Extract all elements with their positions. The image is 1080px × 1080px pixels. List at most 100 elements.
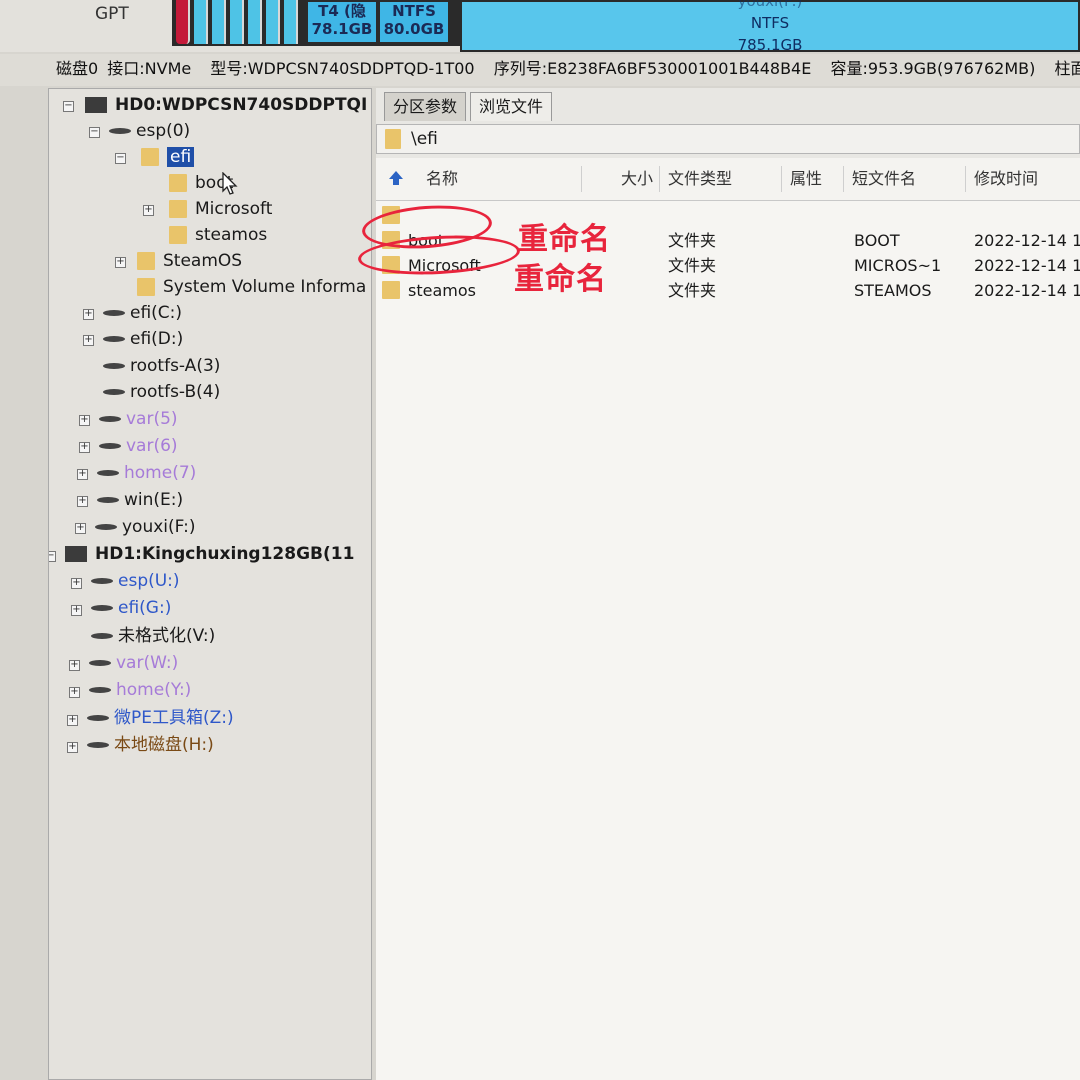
disk-tree[interactable]: − HD0:WDPCSN740SDDPTQI − esp(0) − efi bo… [48, 88, 372, 1080]
partition-block[interactable] [194, 0, 208, 44]
tree-item-esp0[interactable]: esp(0) [109, 119, 190, 143]
tab-browse-files[interactable]: 浏览文件 [470, 92, 553, 121]
collapse-icon[interactable]: − [49, 551, 56, 562]
expand-icon[interactable]: + [75, 523, 86, 534]
column-attributes[interactable]: 属性 [784, 166, 844, 192]
collapse-icon[interactable]: − [63, 101, 74, 112]
column-modified[interactable]: 修改时间 [968, 166, 1080, 192]
partition-block[interactable] [212, 0, 226, 44]
drive-icon [109, 128, 131, 134]
partition-block-youxi[interactable]: youxi(F:) NTFS 785.1GB [460, 0, 1080, 54]
disk-label: 磁盘0 [56, 59, 99, 78]
collapse-icon[interactable]: − [89, 127, 100, 138]
hard-disk-icon [85, 97, 107, 113]
tree-item-steamos-efi[interactable]: steamos [169, 223, 267, 247]
tree-item-local-h[interactable]: 本地磁盘(H:) [87, 733, 214, 757]
drive-icon [91, 633, 113, 639]
tree-item-efi[interactable]: efi [141, 145, 195, 169]
expand-icon[interactable]: + [69, 687, 80, 698]
tree-item-rootfs-b[interactable]: rootfs-B(4) [103, 380, 220, 404]
partition-block[interactable] [248, 0, 262, 44]
file-name: steamos [408, 281, 476, 300]
tree-item-label: var(6) [126, 436, 178, 456]
tree-item-label: efi(G:) [118, 598, 172, 618]
annotation-rename-label: 重命名 [518, 222, 611, 257]
expand-icon[interactable]: + [79, 415, 90, 426]
expand-icon[interactable]: + [71, 578, 82, 589]
drive-icon [91, 605, 113, 611]
tree-item-efi-g[interactable]: efi(G:) [91, 596, 171, 620]
disk-map[interactable]: GPT T4 (隐 78.1GB NTFS 80.0GB youxi(F:) N… [0, 0, 1080, 54]
tree-item-hd0[interactable]: HD0:WDPCSN740SDDPTQI [85, 93, 367, 117]
file-modified: 2022-12-14 1 [974, 231, 1080, 250]
tree-item-home7[interactable]: home(7) [97, 461, 196, 485]
folder-icon [137, 252, 155, 270]
partition-block[interactable] [266, 0, 280, 44]
current-path: \efi [411, 129, 438, 149]
partition-block[interactable] [176, 0, 190, 44]
tree-item-efi-c[interactable]: efi(C:) [103, 301, 182, 325]
disk-interface: 接口:NVMe [107, 59, 192, 78]
column-type[interactable]: 文件类型 [662, 166, 782, 192]
drive-icon [91, 578, 113, 584]
tree-item-system-volume-info[interactable]: System Volume Informa [137, 275, 366, 299]
tree-item-label: 微PE工具箱(Z:) [114, 708, 234, 728]
column-name[interactable]: 名称 [420, 166, 582, 192]
drive-icon [103, 389, 125, 395]
path-bar[interactable]: \efi [376, 124, 1080, 154]
expand-icon[interactable]: + [115, 257, 126, 268]
tree-item-youxi-f[interactable]: youxi(F:) [95, 515, 195, 539]
tree-item-label: home(Y:) [116, 680, 192, 700]
tree-item-esp-u[interactable]: esp(U:) [91, 569, 180, 593]
expand-icon[interactable]: + [77, 469, 88, 480]
partition-block[interactable] [230, 0, 244, 44]
tree-item-rootfs-a[interactable]: rootfs-A(3) [103, 354, 220, 378]
partition-block[interactable] [284, 0, 298, 44]
tree-item-label: HD1:Kingchuxing128GB(11 [95, 544, 355, 564]
tree-item-label: efi [167, 147, 195, 167]
tree-item-unformatted-v[interactable]: 未格式化(V:) [91, 624, 215, 648]
folder-icon [169, 174, 187, 192]
tab-partition-params[interactable]: 分区参数 [384, 92, 467, 121]
tree-item-microsoft[interactable]: Microsoft [169, 197, 272, 221]
expand-icon[interactable]: + [69, 660, 80, 671]
tree-item-efi-d[interactable]: efi(D:) [103, 327, 183, 351]
tree-item-label: esp(U:) [118, 571, 180, 591]
tree-item-var5[interactable]: var(5) [99, 407, 178, 431]
tree-item-win-e[interactable]: win(E:) [97, 488, 183, 512]
expand-icon[interactable]: + [143, 205, 154, 216]
file-list-header: 名称 大小 文件类型 属性 短文件名 修改时间 [376, 158, 1080, 201]
expand-icon[interactable]: + [83, 309, 94, 320]
tree-item-hd1[interactable]: HD1:Kingchuxing128GB(11 [65, 542, 354, 566]
hard-disk-icon [65, 546, 87, 562]
column-size[interactable]: 大小 [582, 166, 660, 192]
expand-icon[interactable]: + [67, 742, 78, 753]
folder-icon [382, 281, 400, 299]
expand-icon[interactable]: + [67, 715, 78, 726]
tree-item-label: Microsoft [195, 199, 273, 219]
expand-icon[interactable]: + [83, 335, 94, 346]
expand-icon[interactable]: + [77, 496, 88, 507]
tree-item-label: System Volume Informa [163, 277, 367, 297]
partition-block-ntfs[interactable]: NTFS 80.0GB [378, 0, 450, 44]
partition-strip[interactable]: T4 (隐 78.1GB NTFS 80.0GB [172, 0, 462, 46]
tree-item-wepe-z[interactable]: 微PE工具箱(Z:) [87, 706, 234, 730]
file-modified: 2022-12-14 1 [974, 256, 1080, 275]
collapse-icon[interactable]: − [115, 153, 126, 164]
tree-item-label: rootfs-B(4) [130, 382, 221, 402]
partition-size: 80.0GB [383, 20, 445, 38]
partition-block-win[interactable]: T4 (隐 78.1GB [306, 0, 378, 44]
up-arrow-icon[interactable] [388, 170, 404, 186]
column-short-name[interactable]: 短文件名 [846, 166, 966, 192]
tree-item-var6[interactable]: var(6) [99, 434, 178, 458]
tree-item-steamos[interactable]: SteamOS [137, 249, 242, 273]
tree-item-label: steamos [195, 225, 268, 245]
mouse-cursor-icon [222, 172, 238, 195]
expand-icon[interactable]: + [79, 442, 90, 453]
tree-item-var-w[interactable]: var(W:) [89, 651, 178, 675]
table-row[interactable]: steamos 文件夹 STEAMOS 2022-12-14 1 [376, 278, 1080, 303]
expand-icon[interactable]: + [71, 605, 82, 616]
tree-item-home-y[interactable]: home(Y:) [89, 678, 191, 702]
drive-icon [97, 470, 119, 476]
tree-item-label: win(E:) [124, 490, 184, 510]
